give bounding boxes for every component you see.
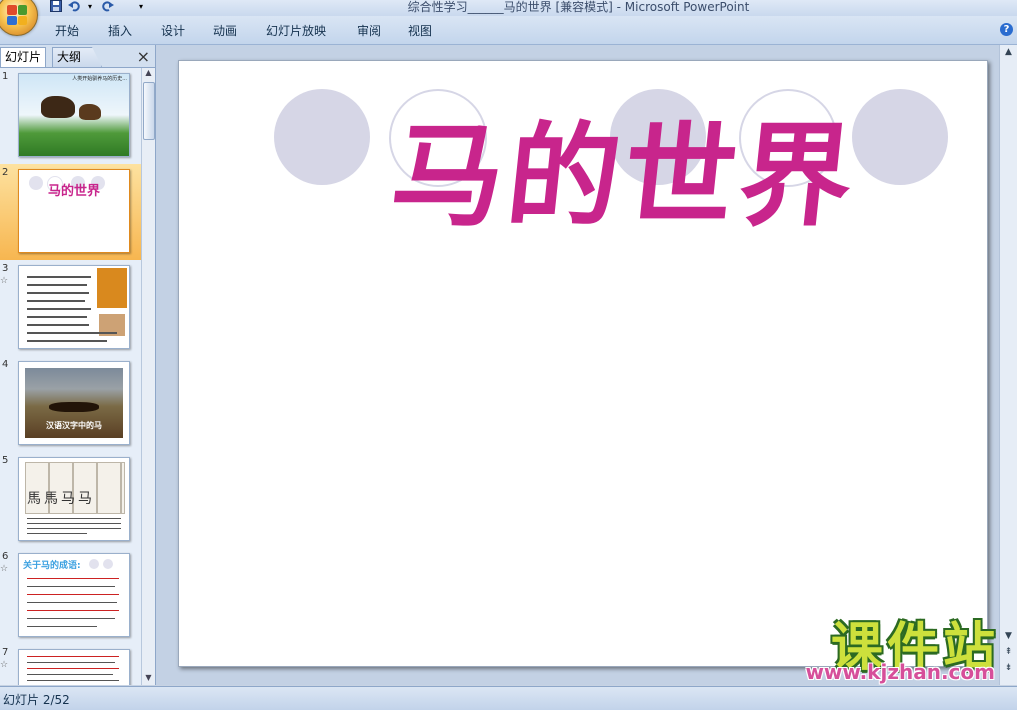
slide-number: 1	[2, 71, 9, 82]
slide-thumbnail-6[interactable]: 6 ☆ 关于马的成语:	[0, 548, 141, 644]
status-bar: 幻灯片 2/52	[0, 686, 1017, 710]
tab-home[interactable]: 开始	[55, 22, 79, 39]
slide-thumbnail-7[interactable]: 7 ☆	[0, 644, 141, 685]
thumbnail-title: 关于马的成语:	[23, 561, 81, 571]
slide-number: 6	[2, 551, 9, 562]
editor-scrollbar[interactable]: ▲ ▼ ⇞ ⇟	[999, 45, 1017, 685]
thumbnail-image	[18, 649, 130, 685]
slide-thumbnail-1[interactable]: 1 人类开始驯养马的历史...	[0, 68, 141, 164]
thumbnail-title: 汉语汉字中的马	[46, 421, 102, 430]
animation-star-icon: ☆	[0, 276, 9, 286]
tab-insert[interactable]: 插入	[108, 22, 132, 39]
slide-title[interactable]: 马的世界	[333, 111, 915, 242]
office-logo-icon	[7, 5, 27, 25]
scroll-down-icon[interactable]: ▼	[142, 673, 155, 685]
animation-star-icon: ☆	[0, 564, 9, 574]
thumbnail-text: 人类开始驯养马的历史...	[72, 76, 127, 82]
thumbnail-image: 人类开始驯养马的历史...	[18, 73, 130, 157]
scroll-thumb[interactable]	[143, 82, 155, 140]
tab-animations[interactable]: 动画	[213, 22, 237, 39]
tab-outline[interactable]: 大纲	[52, 47, 102, 67]
scroll-up-icon[interactable]: ▲	[142, 68, 155, 80]
help-icon[interactable]: ?	[1000, 23, 1013, 36]
thumbnail-image: 关于马的成语:	[18, 553, 130, 637]
slide-thumbnail-2[interactable]: 2 马的世界	[0, 164, 141, 260]
previous-slide-icon[interactable]: ⇞	[1001, 645, 1016, 659]
thumbnail-image: 汉语汉字中的马	[18, 361, 130, 445]
tab-design[interactable]: 设计	[161, 22, 185, 39]
horse-shape	[41, 96, 75, 118]
animation-star-icon: ☆	[0, 660, 9, 670]
slide-thumbnail-3[interactable]: 3 ☆	[0, 260, 141, 356]
slide-thumbnail-5[interactable]: 5 馬馬马马	[0, 452, 141, 548]
tab-slideshow[interactable]: 幻灯片放映	[266, 22, 326, 39]
slide-number: 2	[2, 167, 9, 178]
scroll-down-icon[interactable]: ▼	[1001, 629, 1016, 643]
window-title: 综合性学习______马的世界 [兼容模式] - Microsoft Power…	[407, 0, 750, 14]
tab-review[interactable]: 审阅	[357, 22, 381, 39]
thumbnail-image	[18, 265, 130, 349]
next-slide-icon[interactable]: ⇟	[1001, 661, 1016, 675]
thumbnail-image: 马的世界	[18, 169, 130, 253]
current-slide[interactable]: 马的世界	[178, 60, 988, 667]
close-panel-icon[interactable]: ×	[137, 47, 150, 66]
thumbnail-image: 馬馬马马	[18, 457, 130, 541]
slide-number: 7	[2, 647, 9, 658]
title-bar: ▾ ▾ 综合性学习______马的世界 [兼容模式] - Microsoft P…	[0, 0, 1017, 36]
slide-number: 5	[2, 455, 9, 466]
foal-shape	[79, 104, 101, 120]
slide-counter: 幻灯片 2/52	[3, 693, 70, 707]
watermark-url: www.kjzhan.com	[805, 660, 995, 684]
slide-editor: 马的世界 ▲ ▼ ⇞ ⇟	[156, 45, 1017, 685]
ribbon-tabs: 开始 插入 设计 动画 幻灯片放映 审阅 视图 ?	[0, 16, 1017, 45]
thumbnail-list: 1 人类开始驯养马的历史... 2 马的世界 3 ☆ 4 汉语汉字中的马 5 馬…	[0, 68, 141, 685]
tab-view[interactable]: 视图	[408, 22, 432, 39]
slide-number: 3	[2, 263, 9, 274]
tab-slides[interactable]: 幻灯片	[0, 47, 47, 67]
slide-thumbnail-4[interactable]: 4 汉语汉字中的马	[0, 356, 141, 452]
slide-number: 4	[2, 359, 9, 370]
thumbnail-title: 马的世界	[47, 184, 100, 199]
panel-tabs: 幻灯片 大纲 ×	[0, 45, 155, 68]
scroll-up-icon[interactable]: ▲	[1001, 45, 1016, 59]
slides-panel: 幻灯片 大纲 × 1 人类开始驯养马的历史... 2 马的世界 3 ☆ 4 汉语…	[0, 45, 156, 685]
thumbnail-scrollbar[interactable]: ▲ ▼	[141, 68, 155, 685]
